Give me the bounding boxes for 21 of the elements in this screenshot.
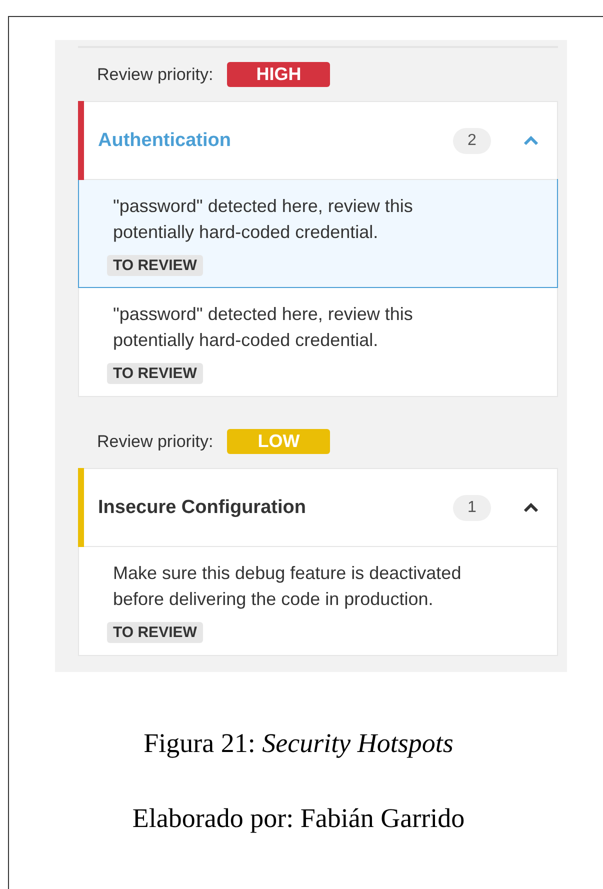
status-tag: TO REVIEW: [107, 622, 203, 643]
category-title: Authentication: [98, 130, 232, 152]
priority-badge: LOW: [227, 429, 330, 454]
hotspot-item[interactable]: "password" detected here, review this potentially hard-coded credential. TO REVIEW: [78, 287, 558, 396]
count-badge: 1: [453, 494, 491, 520]
status-tag: TO REVIEW: [107, 363, 203, 384]
hotspot-message: "password" detected here, review this potentially hard-coded credential.: [112, 195, 414, 244]
count-badge: 2: [453, 128, 491, 154]
caret-up-icon[interactable]: [523, 502, 539, 512]
category-title: Insecure Configuration: [98, 496, 307, 518]
priority-label: Review priority:: [97, 64, 214, 84]
hotspot-message: "password" detected here, review this potentially hard-coded credential.: [112, 303, 414, 352]
hotspot-item[interactable]: "password" detected here, review this potentially hard-coded credential. TO REVIEW: [78, 179, 558, 288]
status-tag: TO REVIEW: [107, 255, 203, 276]
category-header[interactable]: Insecure Configuration 1: [79, 469, 557, 547]
hotspot-item[interactable]: Make sure this debug feature is deactivated before delivering the code in production. TO REVIEW: [78, 546, 558, 655]
priority-badge: HIGH: [227, 62, 330, 87]
hotspot-message: Make sure this debug feature is deactivated before delivering the code in production.: [112, 562, 462, 611]
priority-label: Review priority:: [97, 432, 214, 452]
figure-credit: Elaborado por: Fabián Garrido: [131, 803, 466, 834]
figure-caption: Figura 21: Security Hotspots: [142, 728, 454, 759]
